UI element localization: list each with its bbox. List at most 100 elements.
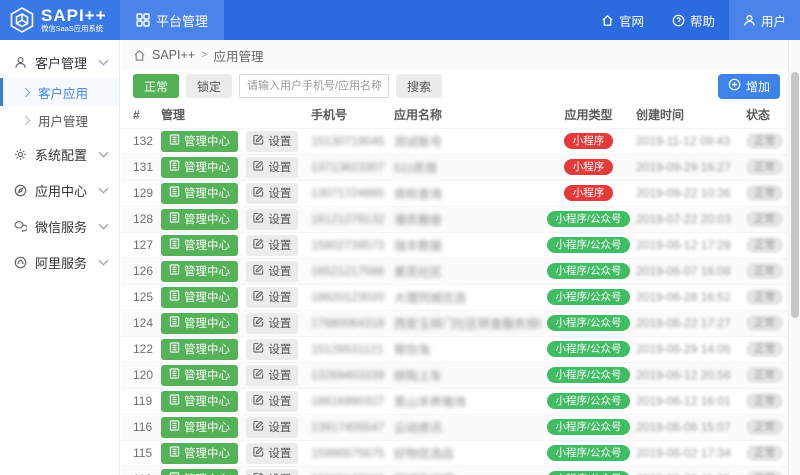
row-id: 119 [121, 388, 161, 414]
filter-normal-button[interactable]: 正常 [133, 74, 179, 98]
sidebar-group-label: 阿里服务 [35, 253, 87, 272]
chevron-down-icon [98, 59, 109, 66]
list-icon [169, 316, 180, 330]
phone-number: 13269403339 [311, 362, 394, 388]
row-id: 125 [121, 284, 161, 310]
phone-number: 13800138000 [311, 466, 394, 475]
settings-button[interactable]: 设置 [246, 131, 298, 152]
main-content: SAPI++ > 应用管理 正常 锁定 搜索 增加 # [121, 40, 788, 475]
manage-center-button[interactable]: 管理中心 [161, 209, 238, 230]
table-row: 120 管理中心 设置 13269403339 拼购上车 [121, 362, 788, 388]
list-icon [169, 160, 180, 174]
row-id: 131 [121, 154, 161, 180]
app-type-badge: 小程序/公众号 [547, 393, 631, 410]
settings-button[interactable]: 设置 [246, 469, 298, 475]
sidebar-group-ali-service[interactable]: 阿里服务 [0, 246, 119, 278]
nav-user[interactable]: 用户 [729, 0, 800, 40]
edit-icon [253, 134, 264, 148]
app-name: 西安玉祥门社区转查服务预约系统 [394, 310, 541, 336]
search-button[interactable]: 搜索 [396, 74, 442, 98]
settings-label: 设置 [268, 471, 291, 475]
manage-center-button[interactable]: 管理中心 [161, 261, 238, 282]
row-id: 115 [121, 440, 161, 466]
sidebar-item-label: 客户应用 [38, 83, 88, 102]
settings-button[interactable]: 设置 [246, 287, 298, 308]
sidebar-item-user-management[interactable]: 用户管理 [0, 106, 119, 134]
user-label: 用户 [761, 11, 786, 30]
sidebar-group-system-config[interactable]: 系统配置 [0, 138, 119, 170]
app-type-badge: 小程序/公众号 [547, 367, 631, 384]
breadcrumb-root[interactable]: SAPI++ [152, 48, 195, 62]
wechat-icon [14, 220, 27, 233]
phone-number: 15130719045 [311, 128, 394, 154]
breadcrumb: SAPI++ > 应用管理 [121, 40, 788, 70]
nav-official-site[interactable]: 官网 [587, 0, 658, 40]
chevron-right-icon [24, 87, 31, 98]
app-type-badge: 小程序/公众号 [547, 263, 631, 280]
manage-center-button[interactable]: 管理中心 [161, 417, 238, 438]
settings-button[interactable]: 设置 [246, 417, 298, 438]
settings-button[interactable]: 设置 [246, 339, 298, 360]
vertical-scrollbar[interactable] [788, 40, 800, 475]
compass-icon [14, 184, 27, 197]
manage-center-button[interactable]: 管理中心 [161, 391, 238, 412]
manage-center-button[interactable]: 管理中心 [161, 183, 238, 204]
list-icon [169, 264, 180, 278]
settings-button[interactable]: 设置 [246, 157, 298, 178]
edit-icon [253, 342, 264, 356]
settings-button[interactable]: 设置 [246, 391, 298, 412]
edit-icon [253, 394, 264, 408]
manage-center-button[interactable]: 管理中心 [161, 235, 238, 256]
settings-button[interactable]: 设置 [246, 261, 298, 282]
chevron-down-icon [98, 259, 109, 266]
filter-locked-button[interactable]: 锁定 [186, 74, 232, 98]
manage-center-button[interactable]: 管理中心 [161, 313, 238, 334]
top-header: SAPI++ 微信SaaS应用系统 平台管理 官网 [0, 0, 800, 40]
sidebar-item-customer-apps[interactable]: 客户应用 [0, 78, 119, 106]
search-input[interactable] [239, 74, 389, 98]
column-header-index: # [121, 102, 161, 128]
phone-number: 18616990327 [311, 388, 394, 414]
nav-platform-management[interactable]: 平台管理 [120, 0, 224, 40]
manage-center-label: 管理中心 [184, 263, 230, 279]
created-at: 2019-06-02 17:34 [636, 440, 746, 466]
platform-tab-label: 平台管理 [156, 11, 208, 30]
created-at: 2019-06-12 20:56 [636, 362, 746, 388]
app-logo[interactable]: SAPI++ 微信SaaS应用系统 [0, 0, 120, 40]
help-label: 帮助 [690, 11, 715, 30]
created-at: 2019-05-28 11:20 [636, 466, 746, 475]
table-row: 128 管理中心 设置 18121279132 潮衣橱舍 [121, 206, 788, 232]
list-icon [169, 342, 180, 356]
home-icon [601, 14, 614, 27]
sidebar-group-label: 应用中心 [35, 181, 87, 200]
add-button[interactable]: 增加 [718, 74, 780, 99]
gear-icon [14, 148, 27, 161]
edit-icon [253, 420, 264, 434]
manage-center-label: 管理中心 [184, 445, 230, 461]
scrollbar-thumb[interactable] [791, 72, 799, 318]
sidebar-group-label: 微信服务 [35, 217, 87, 236]
settings-button[interactable]: 设置 [246, 443, 298, 464]
chevron-right-icon [24, 115, 31, 126]
sidebar-group-wechat-service[interactable]: 微信服务 [0, 210, 119, 242]
sidebar-group-customer[interactable]: 客户管理 [0, 46, 119, 78]
manage-center-button[interactable]: 管理中心 [161, 443, 238, 464]
app-type-badge: 小程序/公众号 [547, 289, 631, 306]
settings-button[interactable]: 设置 [246, 365, 298, 386]
settings-button[interactable]: 设置 [246, 313, 298, 334]
manage-center-button[interactable]: 管理中心 [161, 131, 238, 152]
settings-button[interactable]: 设置 [246, 183, 298, 204]
manage-center-button[interactable]: 管理中心 [161, 157, 238, 178]
phone-number: 15126531121 [311, 336, 394, 362]
settings-button[interactable]: 设置 [246, 209, 298, 230]
row-id: 122 [121, 336, 161, 362]
settings-button[interactable]: 设置 [246, 235, 298, 256]
nav-help[interactable]: 帮助 [658, 0, 729, 40]
manage-center-button[interactable]: 管理中心 [161, 365, 238, 386]
manage-center-button[interactable]: 管理中心 [161, 339, 238, 360]
app-window: SAPI++ 微信SaaS应用系统 平台管理 官网 [0, 0, 800, 475]
manage-center-button[interactable]: 管理中心 [161, 287, 238, 308]
table-row: 132 管理中心 设置 15130719045 测试账号 [121, 128, 788, 154]
sidebar-group-app-center[interactable]: 应用中心 [0, 174, 119, 206]
manage-center-button[interactable]: 管理中心 [161, 469, 238, 475]
